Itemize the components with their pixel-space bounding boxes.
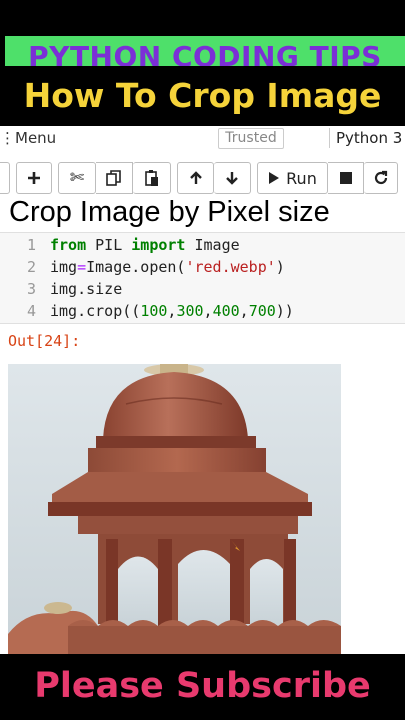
top-black-bar	[0, 0, 405, 36]
overlay-caption: Crop Image by Pixel size	[0, 196, 405, 236]
add-cell-button[interactable]	[16, 162, 52, 194]
paste-icon	[144, 170, 158, 186]
code-line: img.size	[50, 280, 123, 298]
line-number: 2	[26, 258, 36, 276]
kernel-name[interactable]: Python 3	[336, 129, 402, 147]
restart-button[interactable]	[364, 162, 398, 194]
dome-pavilion-image	[8, 364, 341, 654]
video-title: How To Crop Image	[23, 76, 382, 115]
menu-icon: ⋮	[0, 129, 15, 147]
plus-icon	[28, 172, 40, 184]
scissors-icon: ✄	[69, 168, 85, 188]
save-button[interactable]	[0, 162, 10, 194]
line-number: 1	[26, 236, 36, 254]
copy-icon	[106, 170, 121, 186]
video-title-banner: How To Crop Image	[0, 66, 405, 126]
code-line: img=Image.open('red.webp')	[50, 258, 285, 276]
notebook-screen: ⋮Menu Trusted Python 3 ✄ Run Crop Image …	[0, 126, 405, 654]
line-number: 3	[26, 280, 36, 298]
run-label: Run	[286, 168, 317, 188]
output-prompt: Out[24]:	[8, 332, 81, 350]
stop-icon	[339, 172, 352, 184]
cropped-output-image	[8, 364, 341, 654]
run-button[interactable]: Run	[257, 162, 328, 194]
play-icon	[269, 172, 280, 184]
code-cell[interactable]: 1 from PIL import Image 2 img=Image.open…	[0, 232, 405, 324]
code-line: img.crop((100,300,400,700))	[50, 302, 294, 320]
subscribe-banner: Please Subscribe	[0, 654, 405, 720]
paste-button[interactable]	[133, 162, 171, 194]
arrow-up-icon	[189, 171, 202, 184]
code-line: from PIL import Image	[50, 236, 240, 254]
cut-button[interactable]: ✄	[58, 162, 96, 194]
restart-icon	[374, 170, 387, 185]
menu-label: Menu	[15, 129, 57, 147]
line-number: 4	[26, 302, 36, 320]
trusted-indicator[interactable]: Trusted	[218, 128, 284, 149]
menu-bar: ⋮Menu Trusted Python 3	[0, 126, 405, 151]
arrow-down-icon	[226, 172, 238, 185]
move-down-button[interactable]	[214, 162, 251, 194]
stop-button[interactable]	[328, 162, 364, 194]
menu-button[interactable]: ⋮Menu	[0, 129, 56, 147]
move-up-button[interactable]	[177, 162, 214, 194]
kernel-divider	[329, 128, 330, 148]
copy-button[interactable]	[96, 162, 133, 194]
subscribe-text: Please Subscribe	[34, 666, 371, 706]
overlay-caption-text: Crop Image by Pixel size	[9, 196, 330, 228]
